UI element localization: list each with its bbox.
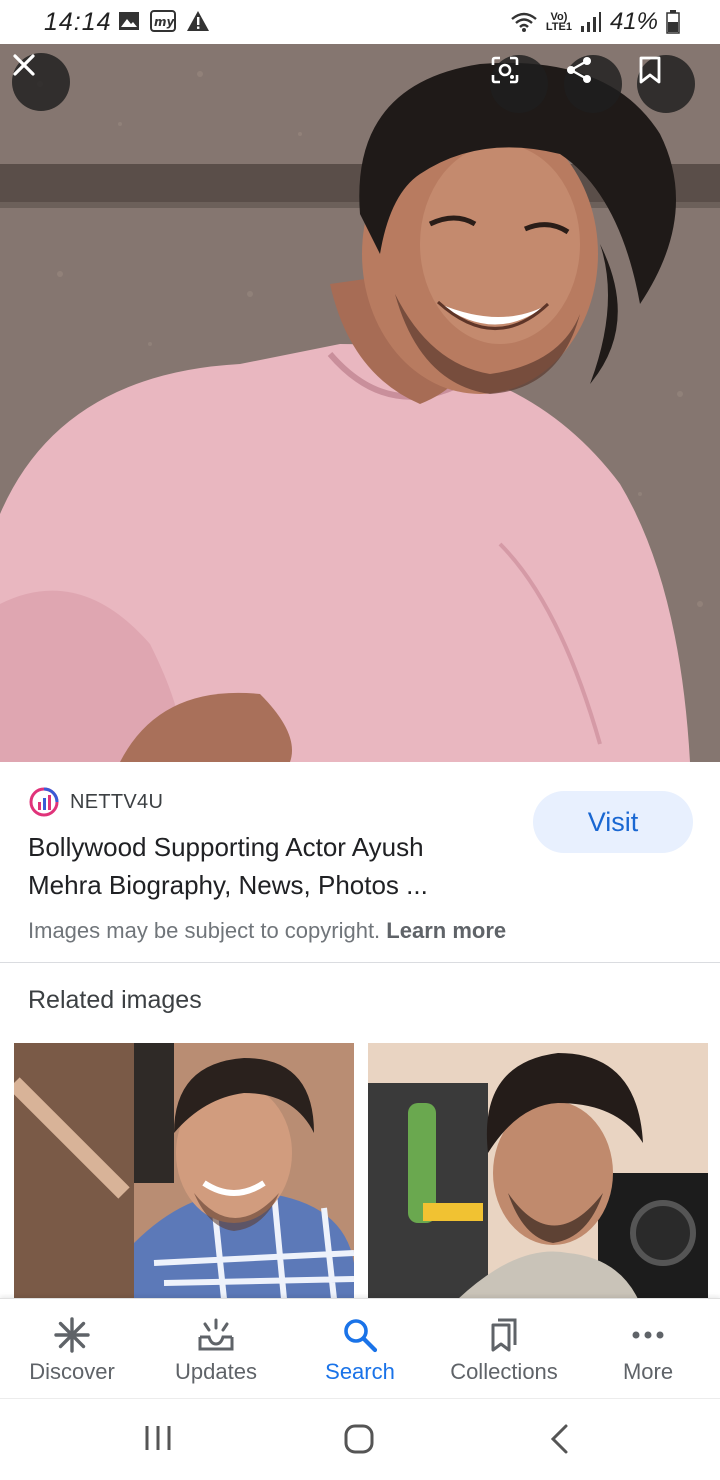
status-notification-icons: my: [118, 10, 210, 32]
related-image-2[interactable]: [368, 1043, 708, 1299]
signal-icon: [580, 12, 601, 32]
status-time: 14:14: [44, 8, 112, 36]
recent-apps-icon[interactable]: [143, 1424, 173, 1452]
status-system-icons: Vo) LTE1 41%: [510, 8, 680, 36]
copyright-text: Images may be subject to copyright.: [28, 918, 381, 943]
battery-percent: 41%: [609, 8, 658, 35]
lens-button[interactable]: [490, 55, 548, 113]
nav-discover[interactable]: Discover: [0, 1299, 144, 1398]
gallery-icon: [119, 12, 139, 30]
wifi-icon: [511, 12, 537, 32]
nav-discover-label: Discover: [29, 1359, 115, 1384]
nav-updates[interactable]: Updates: [144, 1299, 288, 1398]
source-row[interactable]: NETTV4U: [28, 786, 163, 818]
hero-photo-illustration: [0, 44, 720, 762]
more-dots-icon: [632, 1331, 664, 1339]
related-photo-2-illustration: [368, 1043, 708, 1299]
svg-text:my: my: [154, 15, 176, 29]
related-image-1[interactable]: [14, 1043, 354, 1299]
close-icon: [13, 54, 35, 76]
bottom-navigation: Discover Updates Search Collections More: [0, 1298, 720, 1398]
nav-collections-label: Collections: [450, 1359, 558, 1384]
share-button[interactable]: [564, 55, 622, 113]
bookmark-button[interactable]: [637, 55, 695, 113]
copyright-notice: Images may be subject to copyright. Lear…: [28, 918, 506, 944]
related-photo-1-illustration: [14, 1043, 354, 1299]
source-favicon-icon: [29, 787, 59, 817]
nav-search-label: Search: [325, 1359, 395, 1384]
status-bar: 14:14 my Vo) LTE1 41%: [0, 0, 720, 44]
related-images-heading: Related images: [28, 986, 202, 1014]
visit-button[interactable]: Visit: [533, 791, 693, 853]
nav-updates-label: Updates: [175, 1359, 257, 1384]
back-icon[interactable]: [548, 1423, 572, 1455]
network-type: Vo) LTE1: [545, 11, 572, 33]
section-divider: [0, 962, 720, 963]
source-name: NETTV4U: [70, 790, 164, 813]
lens-icon: [491, 56, 519, 84]
nav-collections[interactable]: Collections: [432, 1299, 576, 1398]
hero-image[interactable]: [0, 44, 720, 762]
battery-icon: [666, 10, 680, 34]
nav-more[interactable]: More: [576, 1299, 720, 1398]
learn-more-link[interactable]: Learn more: [386, 918, 506, 943]
system-navigation-bar: [0, 1398, 720, 1480]
share-icon: [567, 57, 591, 83]
close-button[interactable]: [12, 53, 70, 111]
result-title[interactable]: Bollywood Supporting Actor Ayush Mehra B…: [28, 828, 498, 904]
asterisk-icon: [54, 1317, 90, 1353]
updates-icon: [198, 1318, 234, 1351]
result-info: NETTV4U Visit Bollywood Supporting Actor…: [0, 762, 720, 962]
my-app-icon: my: [150, 10, 176, 32]
warning-icon: [187, 11, 209, 31]
home-icon[interactable]: [343, 1423, 375, 1455]
collections-icon: [491, 1318, 517, 1352]
search-icon: [344, 1319, 378, 1353]
nav-search[interactable]: Search: [288, 1299, 432, 1398]
bookmark-icon: [639, 56, 661, 84]
nav-more-label: More: [622, 1359, 674, 1384]
